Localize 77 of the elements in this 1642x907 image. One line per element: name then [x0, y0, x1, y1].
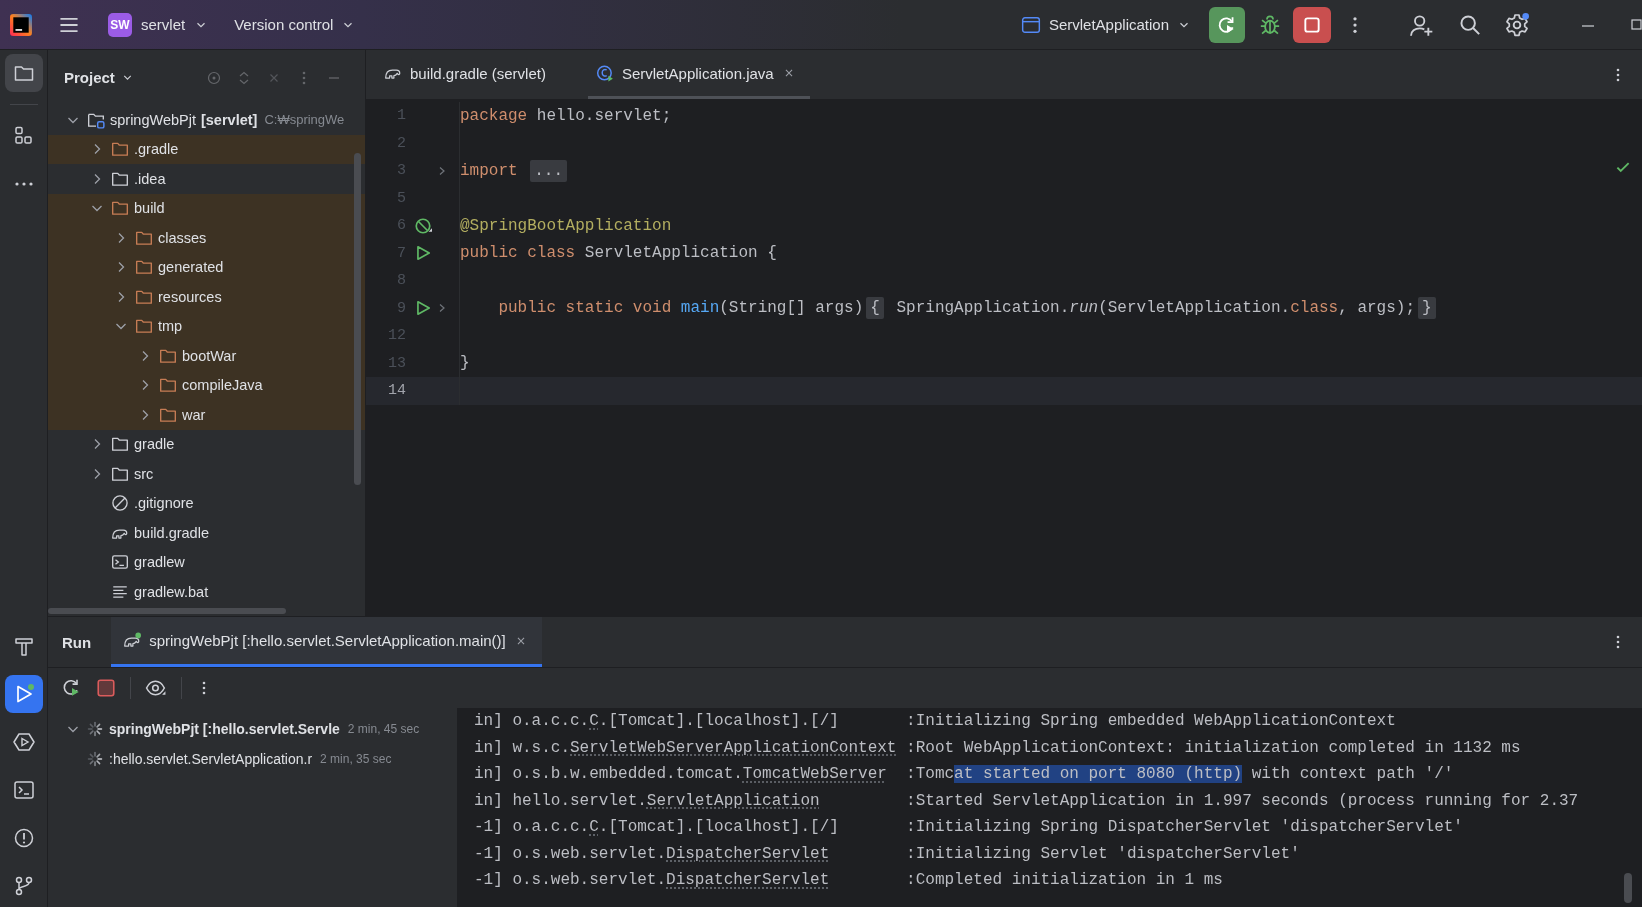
- file-name[interactable]: classes: [158, 229, 207, 246]
- file-name[interactable]: .gitignore: [134, 495, 194, 512]
- problems-icon: [12, 827, 35, 849]
- services-icon: [12, 731, 35, 753]
- panel-title: Run: [62, 633, 92, 651]
- bug-icon[interactable]: [1259, 13, 1281, 36]
- add-user-icon[interactable]: [1409, 12, 1433, 37]
- line-number: 14: [387, 382, 406, 400]
- hammer-icon: [12, 635, 35, 657]
- window-icon: [1020, 14, 1041, 35]
- scrollbar-thumb[interactable]: [48, 608, 286, 614]
- tool-window-button[interactable]: [4, 54, 43, 92]
- run-icon[interactable]: [414, 299, 432, 318]
- run-icon[interactable]: [414, 244, 432, 263]
- vcs-menu[interactable]: Version control: [228, 7, 362, 42]
- java-class-icon: [595, 64, 614, 82]
- search-icon[interactable]: [1459, 13, 1481, 36]
- code-line: import ...: [460, 161, 571, 180]
- elapsed-time: 2 min, 35 sec: [320, 752, 392, 766]
- project-initials: SW: [108, 12, 132, 37]
- slashed-circle-icon[interactable]: [414, 216, 432, 235]
- file-name[interactable]: springWebPjt: [110, 111, 196, 128]
- ignore-file-icon: [111, 494, 129, 513]
- eye-icon[interactable]: [145, 678, 167, 698]
- locate-icon[interactable]: [205, 69, 222, 86]
- terminal-file-icon: [111, 553, 129, 572]
- elapsed-time: 2 min, 45 sec: [347, 722, 420, 736]
- file-name[interactable]: resources: [158, 288, 222, 305]
- code-line: }: [460, 354, 470, 373]
- stop-icon[interactable]: [96, 678, 116, 698]
- elephant-icon: [123, 631, 142, 650]
- file-name[interactable]: gradlew.bat: [134, 583, 209, 600]
- file-name[interactable]: tmp: [158, 318, 183, 335]
- file-name[interactable]: gradle: [134, 436, 175, 453]
- settings-icon[interactable]: [1505, 12, 1529, 37]
- code-line: @SpringBootApplication: [460, 216, 672, 235]
- app-logo-icon[interactable]: [10, 13, 32, 36]
- stop-icon: [1302, 14, 1322, 35]
- editor-tab[interactable]: build.gradle (servlet): [376, 50, 560, 99]
- code-line: public class ServletApplication {: [460, 244, 777, 263]
- run-tree-item[interactable]: springWebPjt [:hello.servlet.Servle: [109, 721, 340, 737]
- scrollbar-thumb[interactable]: [354, 153, 361, 485]
- structure-icon: [12, 125, 35, 147]
- run-tab[interactable]: springWebPjt [:hello.servlet.ServletApplication.main()]: [111, 617, 542, 667]
- file-name[interactable]: build.gradle: [134, 524, 209, 541]
- file-name[interactable]: build: [134, 200, 165, 217]
- code-line: package hello.servlet;: [460, 106, 672, 125]
- run-tree-item[interactable]: :hello.servlet.ServletApplication.r: [109, 751, 313, 767]
- file-name[interactable]: compileJava: [182, 377, 263, 394]
- file-name[interactable]: war: [182, 406, 206, 423]
- file-name[interactable]: .idea: [134, 170, 166, 187]
- project-path: C:₩springWe: [264, 112, 345, 128]
- stop-button[interactable]: [1293, 6, 1331, 43]
- module-name: [servlet]: [200, 111, 258, 128]
- editor-tab[interactable]: ServletApplication.java: [587, 50, 810, 99]
- maximize-icon[interactable]: [1631, 19, 1642, 30]
- file-name[interactable]: bootWar: [182, 347, 237, 364]
- file-name[interactable]: .gradle: [134, 141, 179, 158]
- panel-title-dropdown[interactable]: Project: [60, 62, 138, 93]
- console-line: -1] o.s.web.servlet.DispatcherServlet :Initializing Servlet 'dispatcherServlet': [474, 843, 1301, 865]
- console-line: -1] o.s.web.servlet.DispatcherServlet :Completed initialization in 1 ms: [474, 870, 1224, 892]
- project-switcher[interactable]: SW servlet: [102, 7, 215, 42]
- file-name[interactable]: src: [134, 465, 154, 482]
- console-line: in] o.s.b.w.embedded.tomcat.TomcatWebServer :Tomcat started on port 8080 (http) with context path '/': [474, 764, 1455, 786]
- terminal-icon: [12, 779, 35, 801]
- tool-window-button[interactable]: [4, 675, 43, 713]
- console-line: in] w.s.c.ServletWebServerApplicationContext :Root WebApplicationContext: initialization completed in 1132 ms: [474, 737, 1522, 759]
- file-name[interactable]: gradlew: [134, 554, 185, 571]
- scrollbar-thumb[interactable]: [1624, 873, 1632, 903]
- run-config-selector[interactable]: ServletApplication: [1014, 7, 1197, 42]
- more-icon: [13, 181, 34, 187]
- console-line: -1] o.a.c.c.C.[Tomcat].[localhost].[/] :Initializing Spring DispatcherServlet 'dispatcherServlet': [474, 817, 1464, 839]
- file-name[interactable]: generated: [158, 259, 224, 276]
- code-line: public static void main(String[] args) { SpringApplication.run(ServletApplication.class, args); }: [460, 299, 1439, 318]
- rerun-button[interactable]: [1209, 6, 1245, 43]
- console-line: in] o.a.c.c.C.[Tomcat].[localhost].[/] :Initializing Spring embedded WebApplicationContext: [474, 711, 1397, 733]
- console-line: in] hello.servlet.ServletApplication :Started ServletApplication in 1.997 seconds (process running for 2.37: [474, 790, 1580, 812]
